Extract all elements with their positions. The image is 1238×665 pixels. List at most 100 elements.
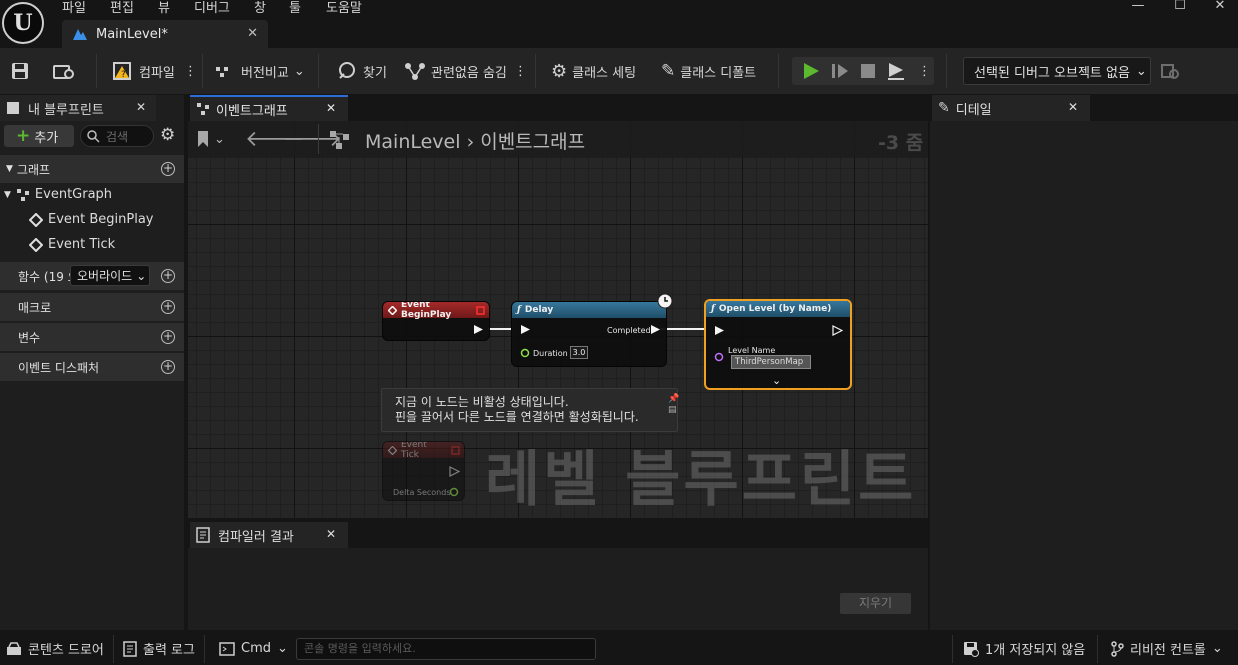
menu-view[interactable]: 뷰 — [158, 0, 170, 16]
close-tab-icon[interactable]: ✕ — [136, 100, 146, 114]
function-icon: ƒ — [711, 304, 715, 314]
exec-in-pin[interactable] — [714, 325, 725, 336]
float-pin-icon[interactable] — [520, 348, 530, 358]
step-button[interactable] — [830, 61, 850, 81]
document-tab-label: MainLevel* — [96, 26, 168, 42]
maximize-button[interactable]: ☐ — [1160, 0, 1200, 14]
exec-out-pin[interactable] — [449, 466, 460, 477]
section-dispatchers[interactable]: 이벤트 디스패처 + — [0, 353, 184, 381]
toolbar-divider — [778, 54, 779, 88]
search-placeholder: 검색 — [106, 129, 129, 144]
exec-in-pin[interactable] — [520, 324, 531, 335]
node-event-beginplay[interactable]: Event BeginPlay — [382, 301, 490, 341]
menu-file[interactable]: 파일 — [62, 0, 86, 16]
unreal-logo-icon[interactable]: U — [2, 2, 44, 44]
hide-options-button[interactable]: ⋮ — [514, 48, 527, 94]
close-tab-icon[interactable]: ✕ — [326, 527, 336, 541]
clear-button[interactable]: 지우기 — [840, 593, 911, 614]
find-button[interactable]: 찾기 — [336, 48, 387, 94]
menu-help[interactable]: 도움말 — [326, 0, 362, 16]
exec-out-pin[interactable] — [650, 324, 661, 335]
event-graph-tab[interactable]: 이벤트그래프 ✕ — [190, 95, 348, 121]
compile-button[interactable]: ? 컴파일 — [112, 48, 175, 94]
section-macros[interactable]: 매크로 + — [0, 293, 184, 321]
pencil-icon: ✎ — [661, 61, 676, 81]
add-dispatcher-icon[interactable]: + — [161, 360, 175, 374]
override-dropdown[interactable]: 오버라이드 ⌄ — [70, 265, 150, 286]
menu-window[interactable]: 창 — [254, 0, 266, 16]
class-settings-button[interactable]: ⚙ 클래스 세팅 — [551, 48, 636, 94]
section-graph[interactable]: ▼ 그래프 + — [0, 155, 184, 183]
name-pin-icon[interactable] — [714, 352, 724, 362]
tree-item-eventgraph[interactable]: ▼ EventGraph — [4, 187, 112, 202]
level-name-input[interactable]: ThirdPersonMap — [731, 355, 811, 369]
node-delay[interactable]: ƒ Delay Completed Duration 3.0 — [511, 301, 667, 367]
hide-unrelated-button[interactable]: 관련없음 숨김 — [404, 48, 507, 94]
float-pin-icon[interactable] — [449, 487, 459, 497]
compile-options-button[interactable]: ⋮ — [184, 48, 197, 94]
duration-label: Duration — [533, 349, 568, 358]
diff-button[interactable]: 버전비교 ⌄ — [214, 48, 305, 94]
step-icon — [830, 61, 850, 81]
debug-object-dropdown[interactable]: 선택된 디버그 오브젝트 없음 ⌄ — [963, 57, 1151, 85]
tree-item-event-beginplay[interactable]: Event BeginPlay — [29, 212, 154, 227]
close-tab-icon[interactable]: ✕ — [326, 101, 336, 115]
doc-icon[interactable]: ▤ — [668, 403, 677, 418]
exec-out-pin[interactable] — [473, 324, 484, 335]
gear-icon: ⚙ — [551, 60, 568, 82]
close-window-button[interactable]: ✕ — [1200, 0, 1238, 14]
toolbar-divider — [946, 54, 947, 88]
node-event-tick[interactable]: Event Tick Delta Seconds — [382, 441, 465, 501]
status-divider — [1097, 635, 1098, 663]
play-button[interactable] — [801, 61, 821, 81]
play-options-button[interactable]: ⋮ — [918, 48, 931, 94]
compiler-results-tab[interactable]: 컴파일러 결과 ✕ — [190, 522, 348, 548]
stop-button[interactable] — [858, 61, 878, 81]
menu-edit[interactable]: 편집 — [110, 0, 134, 16]
add-graph-icon[interactable]: + — [161, 162, 175, 176]
class-settings-label: 클래스 세팅 — [572, 65, 637, 81]
save-button[interactable] — [10, 48, 30, 94]
latent-clock-icon — [657, 293, 673, 309]
compile-warning-icon: ? — [112, 61, 134, 81]
tree-item-label: EventGraph — [34, 187, 113, 202]
close-tab-icon[interactable]: ✕ — [247, 26, 258, 41]
expand-advanced-icon[interactable]: ⌄ — [772, 374, 781, 387]
exec-out-pin[interactable] — [832, 325, 843, 336]
revision-control-button[interactable]: 리비전 컨트롤 ⌄ — [1110, 632, 1223, 665]
details-tab[interactable]: ✎ 디테일 ✕ — [932, 95, 1090, 121]
my-blueprint-tab[interactable]: 내 블루프린트 ✕ — [0, 95, 156, 121]
close-tab-icon[interactable]: ✕ — [1068, 100, 1078, 114]
add-function-icon[interactable]: + — [161, 269, 175, 283]
minimize-button[interactable]: — — [1118, 0, 1158, 14]
more-vertical-icon: ⋮ — [918, 63, 931, 79]
unsaved-button[interactable]: 1개 저장되지 않음 — [963, 632, 1085, 665]
delta-seconds-label: Delta Seconds — [393, 488, 451, 497]
delegate-pin-icon[interactable] — [451, 445, 460, 455]
search-input[interactable]: 검색 — [80, 125, 154, 147]
duration-input[interactable]: 3.0 — [570, 346, 588, 359]
node-hint-tooltip: 지금 이 노드는 비활성 상태입니다. 핀을 끌어서 다른 노드를 연결하면 활… — [381, 388, 679, 432]
browse-button[interactable] — [52, 48, 76, 94]
debug-select-button[interactable] — [1160, 61, 1180, 81]
menu-debug[interactable]: 디버그 — [194, 0, 230, 16]
add-variable-icon[interactable]: + — [161, 330, 175, 344]
console-command-input[interactable]: 콘솔 명령을 입력하세요. — [296, 638, 596, 660]
node-open-level[interactable]: ƒ Open Level (by Name) Level Name ThirdP… — [704, 299, 852, 390]
cmd-dropdown[interactable]: Cmd ⌄ — [219, 632, 288, 665]
output-log-icon — [123, 640, 137, 657]
document-tab[interactable]: MainLevel* ✕ — [62, 20, 268, 48]
add-button[interactable]: + 추가 — [4, 125, 74, 147]
eject-button[interactable] — [886, 61, 906, 81]
details-panel — [930, 121, 1238, 630]
delegate-pin-icon[interactable] — [476, 305, 485, 315]
class-defaults-button[interactable]: ✎ 클래스 디폴트 — [661, 48, 756, 94]
section-variables[interactable]: 변수 + — [0, 323, 184, 351]
add-macro-icon[interactable]: + — [161, 300, 175, 314]
content-drawer-button[interactable]: 콘텐츠 드로어 — [6, 632, 104, 665]
menu-tools[interactable]: 툴 — [289, 0, 301, 16]
tree-item-event-tick[interactable]: Event Tick — [29, 237, 115, 252]
gear-icon[interactable]: ⚙ — [160, 125, 175, 145]
status-divider — [952, 635, 953, 663]
output-log-button[interactable]: 출력 로그 — [123, 632, 195, 665]
